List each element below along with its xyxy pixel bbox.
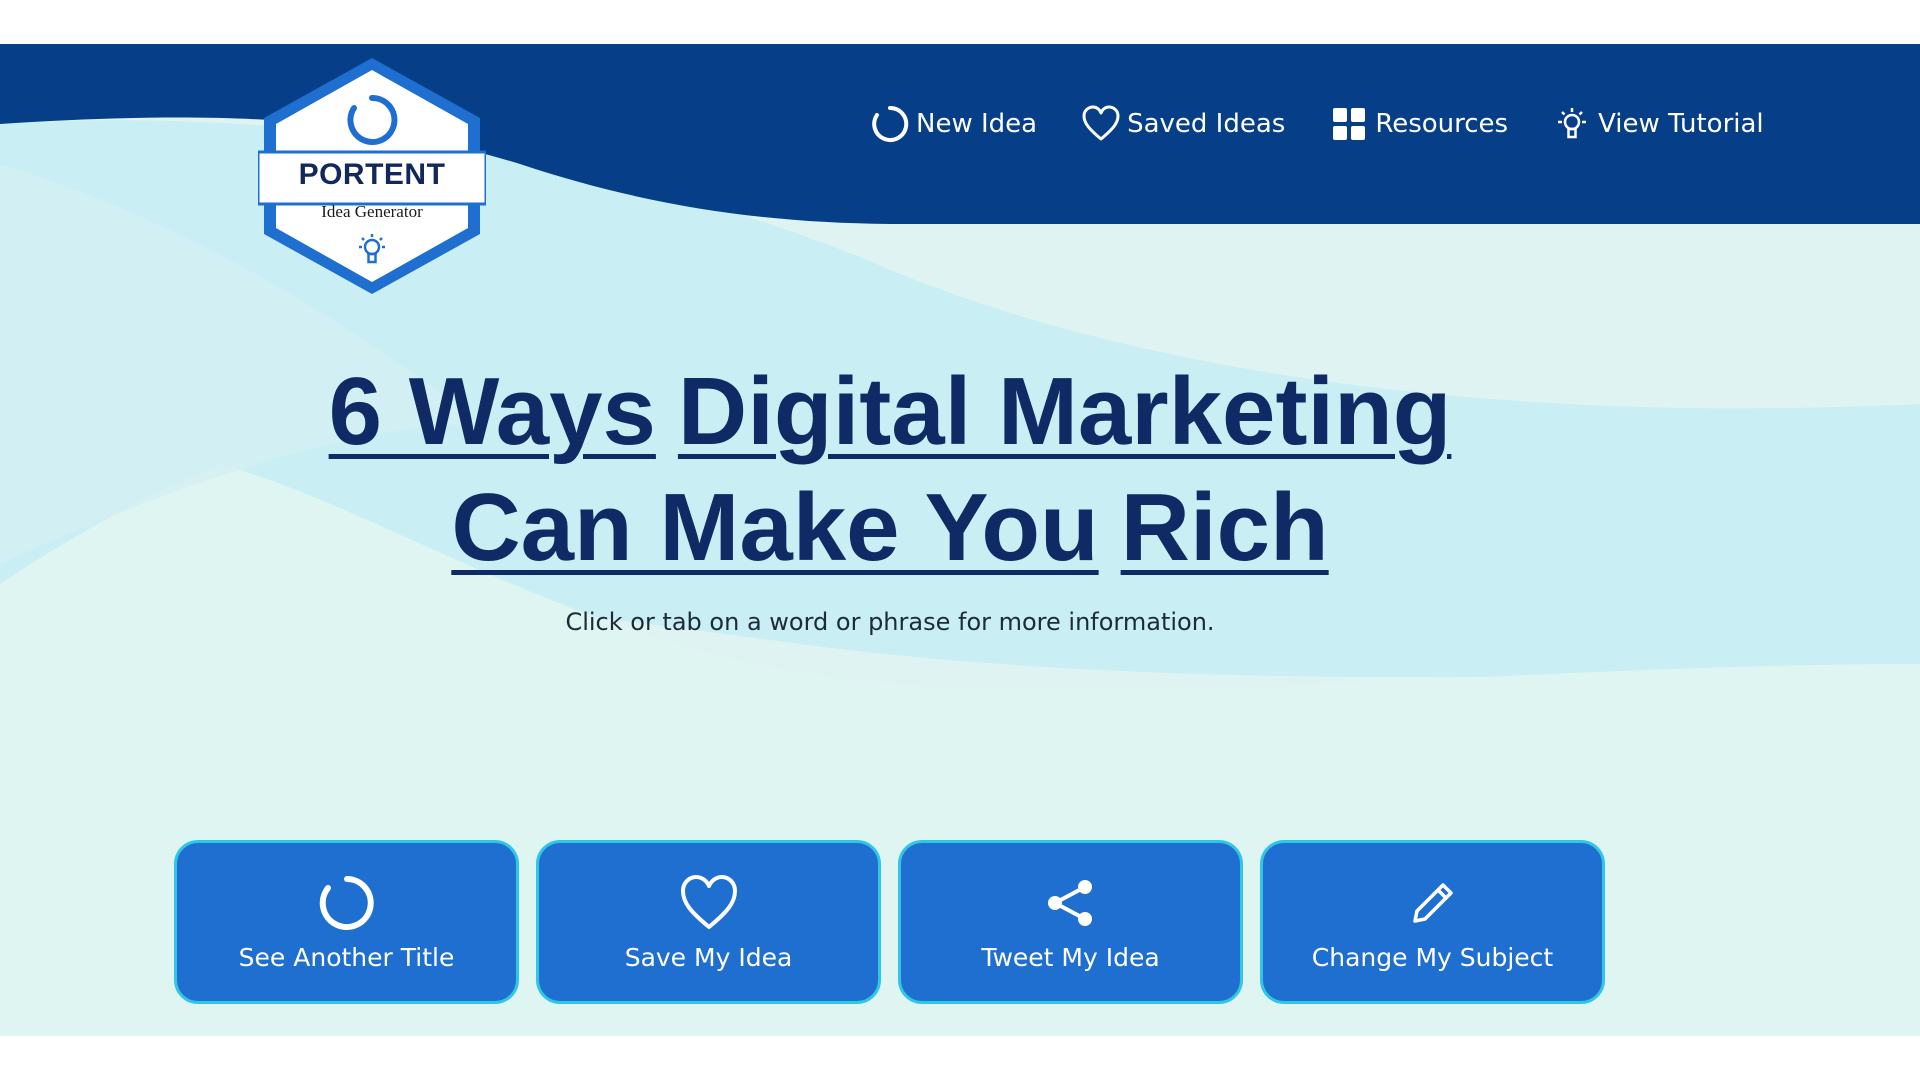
nav-saved-ideas-label: Saved Ideas: [1127, 109, 1286, 139]
refresh-icon: [870, 104, 910, 144]
logo-subtitle: Idea Generator: [321, 202, 423, 221]
share-icon: [1041, 873, 1101, 933]
change-my-subject-button[interactable]: Change My Subject: [1260, 840, 1605, 1004]
grid-icon: [1329, 104, 1369, 144]
portent-logo[interactable]: PORTENT Idea Generator: [256, 54, 488, 298]
headline-phrase-digital-marketing[interactable]: Digital Marketing: [678, 358, 1451, 465]
action-buttons: See Another Title Save My Idea Tweet My …: [174, 840, 1605, 1004]
idea-headline: 6 Ways Digital Marketing Can Make You Rich: [180, 354, 1600, 586]
nav-saved-ideas[interactable]: Saved Ideas: [1081, 104, 1285, 144]
see-another-title-button[interactable]: See Another Title: [174, 840, 519, 1004]
heart-icon: [1081, 104, 1121, 144]
lightbulb-icon: [1552, 104, 1592, 144]
see-another-title-label: See Another Title: [238, 942, 455, 972]
tweet-my-idea-button[interactable]: Tweet My Idea: [898, 840, 1243, 1004]
headline-phrase-can-make-you[interactable]: Can Make You: [451, 474, 1098, 581]
tweet-my-idea-label: Tweet My Idea: [981, 942, 1160, 972]
nav-resources[interactable]: Resources: [1329, 104, 1508, 144]
change-my-subject-label: Change My Subject: [1311, 942, 1554, 972]
nav-resources-label: Resources: [1375, 109, 1509, 139]
top-nav: New Idea Saved Ideas Resources View Tuto…: [870, 104, 1808, 144]
nav-new-idea[interactable]: New Idea: [870, 104, 1037, 144]
headline-phrase-6-ways[interactable]: 6 Ways: [329, 358, 656, 465]
logo-refresh-icon: [347, 94, 398, 145]
pencil-icon: [1403, 873, 1463, 933]
nav-new-idea-label: New Idea: [916, 109, 1038, 139]
headline-phrase-rich[interactable]: Rich: [1121, 474, 1329, 581]
refresh-icon: [317, 873, 377, 933]
nav-view-tutorial[interactable]: View Tutorial: [1552, 104, 1764, 144]
nav-view-tutorial-label: View Tutorial: [1598, 109, 1764, 139]
save-my-idea-button[interactable]: Save My Idea: [536, 840, 881, 1004]
save-my-idea-label: Save My Idea: [624, 942, 793, 972]
logo-lightbulb-icon: [359, 234, 385, 264]
hint-text: Click or tab on a word or phrase for mor…: [565, 608, 1215, 636]
heart-icon: [679, 873, 739, 933]
page-canvas: PORTENT Idea Generator New Idea Saved Id…: [0, 44, 1920, 1036]
logo-brand: PORTENT: [298, 158, 446, 191]
